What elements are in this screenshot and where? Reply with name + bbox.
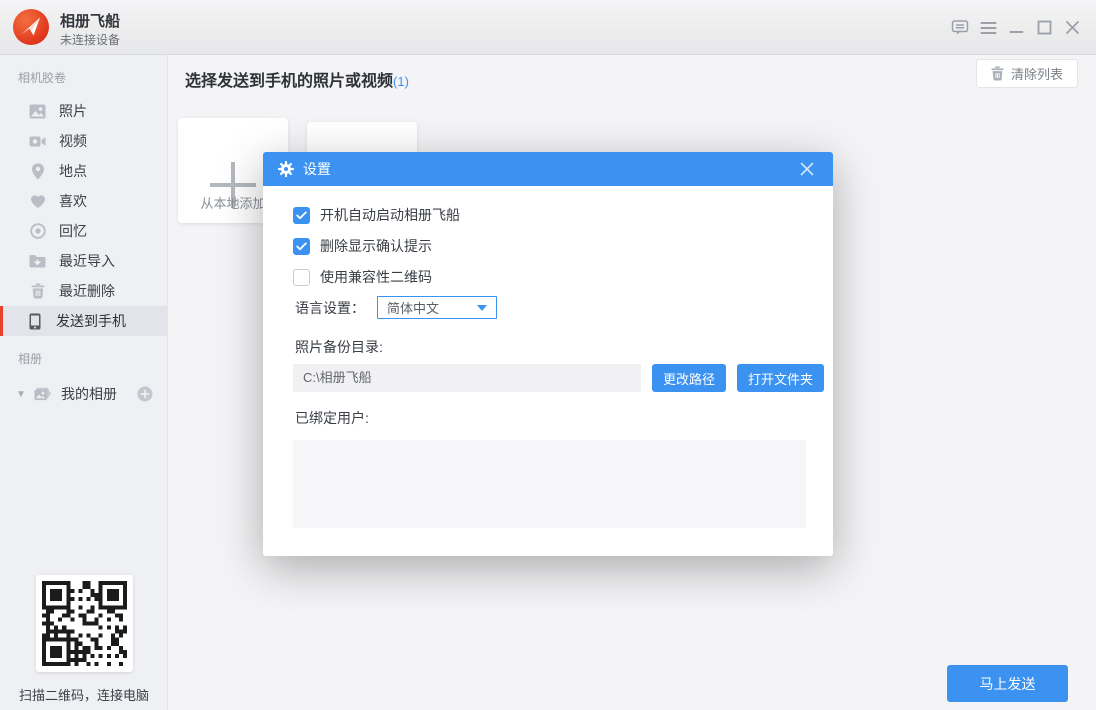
sidebar-item-memories[interactable]: 回忆 — [0, 216, 167, 246]
sidebar-item-photos[interactable]: 照片 — [0, 96, 167, 126]
close-icon[interactable] — [1058, 13, 1086, 43]
settings-dialog-body: 开机自动启动相册飞船 删除显示确认提示 使用兼容性二维码 语言设置： 简体中文 … — [263, 186, 833, 556]
minimize-icon[interactable] — [1002, 13, 1030, 43]
language-value: 简体中文 — [387, 298, 439, 317]
page-title-text: 选择发送到手机的照片或视频 — [185, 73, 393, 90]
memories-icon — [29, 223, 46, 240]
qr-caption: 扫描二维码，连接电脑 — [0, 685, 168, 704]
checkbox-autostart[interactable]: 开机自动启动相册飞船 — [293, 205, 460, 225]
sidebar-section-camera-roll: 相机胶卷 — [0, 55, 167, 96]
phone-icon — [26, 313, 43, 330]
language-setting-row: 语言设置： 简体中文 — [295, 296, 497, 319]
dropdown-arrow-icon — [477, 305, 487, 311]
my-albums-label: 我的相册 — [61, 384, 117, 404]
video-icon — [29, 133, 46, 150]
add-album-button[interactable] — [137, 386, 153, 402]
selected-count: (1) — [393, 74, 409, 89]
sidebar-item-places[interactable]: 地点 — [0, 156, 167, 186]
gear-icon — [278, 161, 294, 177]
maximize-icon[interactable] — [1030, 13, 1058, 43]
checkbox-icon[interactable] — [293, 238, 310, 255]
sidebar-item-label: 喜欢 — [59, 191, 87, 211]
sidebar-item-recently-deleted[interactable]: 最近删除 — [0, 276, 167, 306]
backup-path-field[interactable]: C:\相册飞船 — [293, 364, 641, 392]
heart-icon — [29, 193, 46, 210]
sidebar-item-favorites[interactable]: 喜欢 — [0, 186, 167, 216]
checkbox-icon[interactable] — [293, 207, 310, 224]
trash-icon — [991, 66, 1004, 81]
photo-icon — [29, 103, 46, 120]
qr-code — [36, 575, 133, 672]
menu-icon[interactable] — [974, 13, 1002, 43]
backup-path-row: C:\相册飞船 更改路径 打开文件夹 — [293, 364, 824, 392]
sidebar-item-label: 回忆 — [59, 221, 87, 241]
sidebar: 相机胶卷 照片 视频 地点 喜欢 回忆 — [0, 55, 168, 710]
change-path-button[interactable]: 更改路径 — [652, 364, 726, 392]
sidebar-section-albums: 相册 — [0, 336, 167, 377]
sidebar-item-send-to-phone[interactable]: 发送到手机 — [0, 306, 167, 336]
checkbox-label: 开机自动启动相册飞船 — [320, 205, 460, 225]
sidebar-item-label: 发送到手机 — [56, 311, 126, 331]
checkbox-delete-confirm[interactable]: 删除显示确认提示 — [293, 236, 432, 256]
dialog-close-icon[interactable] — [793, 152, 821, 186]
settings-dialog: 设置 开机自动启动相册飞船 删除显示确认提示 使用兼容性二维码 — [263, 152, 833, 556]
window-controls — [946, 0, 1086, 55]
app-title: 相册飞船 — [60, 10, 120, 31]
bound-users-label: 已绑定用户: — [295, 408, 369, 428]
location-icon — [29, 163, 46, 180]
backup-dir-label: 照片备份目录: — [295, 337, 383, 357]
settings-dialog-header: 设置 — [263, 152, 833, 186]
import-icon — [29, 253, 46, 270]
language-select[interactable]: 简体中文 — [377, 296, 497, 319]
checkbox-label: 使用兼容性二维码 — [320, 267, 432, 287]
feedback-icon[interactable] — [946, 13, 974, 43]
app-logo-icon — [12, 8, 50, 46]
sidebar-item-my-albums[interactable]: ▼ 我的相册 — [0, 379, 167, 409]
sidebar-item-label: 最近删除 — [59, 281, 115, 301]
clear-list-label: 清除列表 — [1011, 64, 1063, 83]
sidebar-item-label: 视频 — [59, 131, 87, 151]
page-title: 选择发送到手机的照片或视频(1) — [185, 67, 409, 91]
album-icon — [34, 386, 51, 403]
sidebar-item-videos[interactable]: 视频 — [0, 126, 167, 156]
sidebar-item-label: 地点 — [59, 161, 87, 181]
clear-list-button[interactable]: 清除列表 — [976, 59, 1078, 88]
checkbox-compatible-qr[interactable]: 使用兼容性二维码 — [293, 267, 432, 287]
sidebar-item-label: 照片 — [59, 101, 87, 121]
bound-users-list — [293, 440, 806, 528]
trash-icon — [29, 283, 46, 300]
open-folder-button[interactable]: 打开文件夹 — [737, 364, 824, 392]
qr-section: 扫描二维码，连接电脑 — [0, 575, 168, 704]
titlebar: 相册飞船 未连接设备 — [0, 0, 1096, 55]
sidebar-item-label: 最近导入 — [59, 251, 115, 271]
send-now-button[interactable]: 马上发送 — [947, 665, 1068, 702]
sidebar-item-recent-imports[interactable]: 最近导入 — [0, 246, 167, 276]
connection-status: 未连接设备 — [60, 31, 120, 48]
language-label: 语言设置： — [295, 298, 365, 318]
checkbox-label: 删除显示确认提示 — [320, 236, 432, 256]
chevron-down-icon[interactable]: ▼ — [16, 389, 30, 400]
checkbox-icon[interactable] — [293, 269, 310, 286]
settings-dialog-title: 设置 — [303, 159, 331, 179]
